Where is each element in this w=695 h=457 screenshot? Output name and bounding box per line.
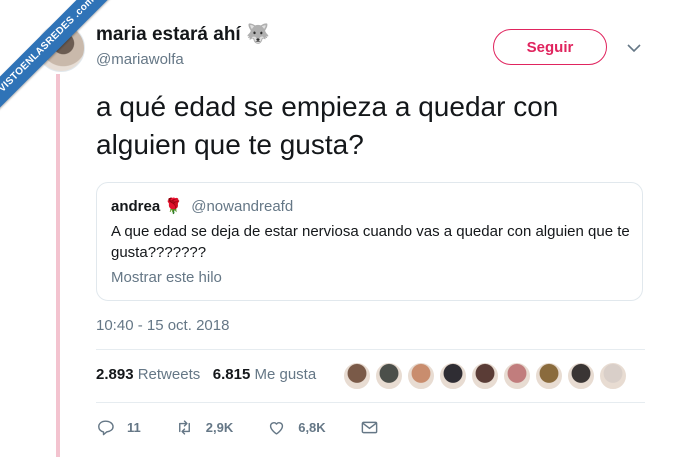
liker-avatar[interactable] bbox=[535, 362, 563, 390]
envelope-icon bbox=[361, 421, 378, 434]
chevron-down-icon[interactable] bbox=[626, 42, 642, 54]
retweets-label: Retweets bbox=[137, 366, 201, 383]
like-count: 6,8K bbox=[298, 420, 326, 435]
wolf-emoji-icon: 🐺 bbox=[245, 24, 270, 45]
likes-stat[interactable]: 6.815 Me gusta bbox=[213, 366, 316, 383]
quoted-tweet-text: A que edad se deja de estar nerviosa cua… bbox=[111, 223, 630, 261]
retweets-count: 2.893 bbox=[96, 366, 134, 383]
tweet-text: a qué edad se empieza a quedar con algui… bbox=[96, 91, 559, 160]
tweet-actions: 11 2,9K 6,8K bbox=[96, 418, 425, 437]
thread-line bbox=[56, 74, 60, 457]
quoted-tweet-header: andrea 🌹 @nowandreafd bbox=[111, 197, 293, 215]
divider bbox=[96, 349, 645, 350]
liker-avatar[interactable] bbox=[343, 362, 371, 390]
like-action[interactable]: 6,8K bbox=[267, 418, 326, 437]
liker-avatar[interactable] bbox=[599, 362, 627, 390]
retweet-icon bbox=[178, 420, 190, 435]
follow-button[interactable]: Seguir bbox=[493, 29, 607, 65]
likes-label: Me gusta bbox=[254, 366, 317, 383]
quoted-tweet[interactable]: andrea 🌹 @nowandreafd A que edad se deja… bbox=[96, 182, 643, 301]
quoted-author-name: andrea bbox=[111, 198, 161, 215]
retweet-action[interactable]: 2,9K bbox=[175, 418, 233, 437]
liker-avatars bbox=[343, 362, 631, 390]
liker-avatar[interactable] bbox=[439, 362, 467, 390]
liker-avatar[interactable] bbox=[567, 362, 595, 390]
liker-avatar[interactable] bbox=[503, 362, 531, 390]
likes-count: 6.815 bbox=[212, 366, 251, 383]
author-name-row[interactable]: maria estará ahí 🐺 bbox=[96, 22, 270, 46]
liker-avatar[interactable] bbox=[375, 362, 403, 390]
reply-action[interactable]: 11 bbox=[96, 418, 141, 437]
watermark-text: VISTOENLASREDES .com bbox=[0, 0, 115, 113]
retweet-count: 2,9K bbox=[205, 420, 234, 435]
divider bbox=[96, 402, 645, 403]
reply-icon bbox=[98, 420, 114, 436]
tweet-timestamp[interactable]: 10:40 - 15 oct. 2018 bbox=[96, 317, 229, 334]
retweets-stat[interactable]: 2.893 Retweets bbox=[96, 366, 204, 383]
engagement-stats: 2.893 Retweets 6.815 Me gusta bbox=[96, 366, 316, 383]
show-thread-link[interactable]: Mostrar este hilo bbox=[111, 269, 222, 286]
liker-avatar[interactable] bbox=[407, 362, 435, 390]
heart-icon bbox=[270, 422, 284, 435]
reply-count: 11 bbox=[127, 420, 141, 435]
rose-emoji-icon: 🌹 bbox=[164, 198, 184, 215]
message-action[interactable] bbox=[360, 418, 391, 437]
watermark-ribbon: VISTOENLASREDES .com bbox=[0, 0, 120, 120]
liker-avatar[interactable] bbox=[471, 362, 499, 390]
quoted-author-handle: @nowandreafd bbox=[191, 198, 294, 215]
